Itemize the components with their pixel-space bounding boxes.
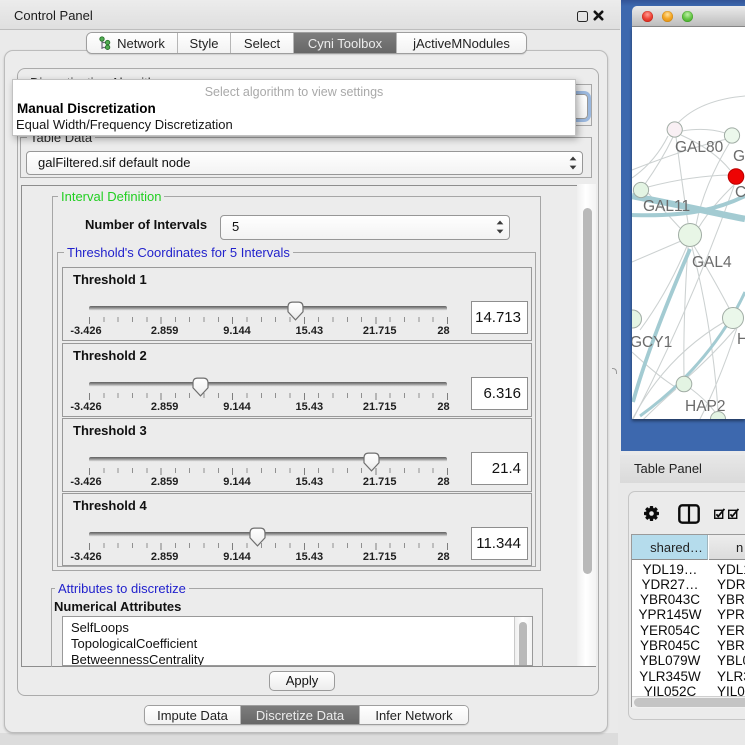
svg-text:GA: GA bbox=[733, 148, 745, 165]
svg-text:GAL80: GAL80 bbox=[675, 139, 724, 156]
svg-text:GCY1: GCY1 bbox=[632, 334, 672, 351]
svg-text:GAL4: GAL4 bbox=[692, 254, 732, 271]
svg-text:H: H bbox=[737, 331, 745, 348]
svg-text:HAP2: HAP2 bbox=[685, 398, 726, 415]
svg-text:GAL11: GAL11 bbox=[643, 198, 690, 215]
svg-text:C: C bbox=[735, 184, 745, 201]
